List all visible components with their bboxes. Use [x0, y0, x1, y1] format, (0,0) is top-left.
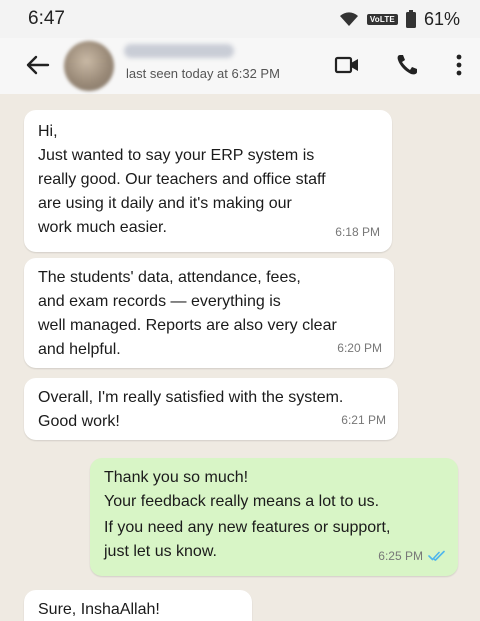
- contact-name-blurred[interactable]: [124, 44, 234, 58]
- incoming-message[interactable]: Hi, Just wanted to say your ERP system i…: [24, 110, 392, 252]
- message-line: Thank you so much!: [104, 469, 249, 486]
- message-line: Hi,: [38, 123, 58, 140]
- message-line: work much easier.: [38, 219, 167, 236]
- volte-badge: VoLTE: [366, 13, 398, 25]
- last-seen-status: last seen today at 6:32 PM: [126, 66, 280, 81]
- battery-icon: [405, 10, 416, 28]
- wifi-icon: [339, 12, 358, 26]
- outgoing-message[interactable]: Thank you so much! Your feedback really …: [90, 458, 458, 576]
- status-time: 6:47: [28, 8, 65, 29]
- message-line: If you need any new features or support,: [104, 519, 391, 536]
- message-line: Your feedback really means a lot to us.: [104, 493, 380, 510]
- message-line: and exam records — everything is: [38, 293, 281, 310]
- message-line: are using it daily and it's making our: [38, 195, 292, 212]
- message-line: Sure, InshaAllah!: [38, 601, 160, 618]
- message-line: Just wanted to say your ERP system is: [38, 147, 315, 164]
- message-time: 6:21 PM: [341, 413, 386, 427]
- battery-percent: 61%: [423, 8, 460, 29]
- more-options-icon[interactable]: [444, 50, 474, 80]
- message-time: 6:25 PM: [378, 549, 423, 563]
- phone-call-icon[interactable]: [392, 50, 422, 80]
- message-time: 6:20 PM: [337, 341, 382, 355]
- incoming-message[interactable]: Overall, I'm really satisfied with the s…: [24, 378, 398, 440]
- chat-area[interactable]: Hi, Just wanted to say your ERP system i…: [0, 94, 480, 621]
- incoming-message[interactable]: Sure, InshaAllah!: [24, 590, 252, 621]
- message-time: 6:18 PM: [335, 225, 380, 239]
- message-line: The students' data, attendance, fees,: [38, 269, 301, 286]
- message-line: and helpful.: [38, 341, 121, 358]
- message-line: Overall, I'm really satisfied with the s…: [38, 389, 344, 406]
- back-arrow-icon[interactable]: [22, 50, 52, 80]
- read-receipt-icon: [428, 550, 445, 561]
- incoming-message[interactable]: The students' data, attendance, fees, an…: [24, 258, 394, 368]
- chat-header: last seen today at 6:32 PM: [0, 38, 480, 94]
- message-line: Good work!: [38, 413, 120, 430]
- status-bar: 6:47 VoLTE 61%: [0, 0, 480, 38]
- message-line: well managed. Reports are also very clea…: [38, 317, 337, 334]
- message-line: really good. Our teachers and office sta…: [38, 171, 326, 188]
- video-call-icon[interactable]: [332, 50, 362, 80]
- contact-avatar[interactable]: [64, 41, 114, 91]
- status-icons: VoLTE 61%: [339, 9, 460, 30]
- message-status: 6:25 PM: [378, 544, 446, 568]
